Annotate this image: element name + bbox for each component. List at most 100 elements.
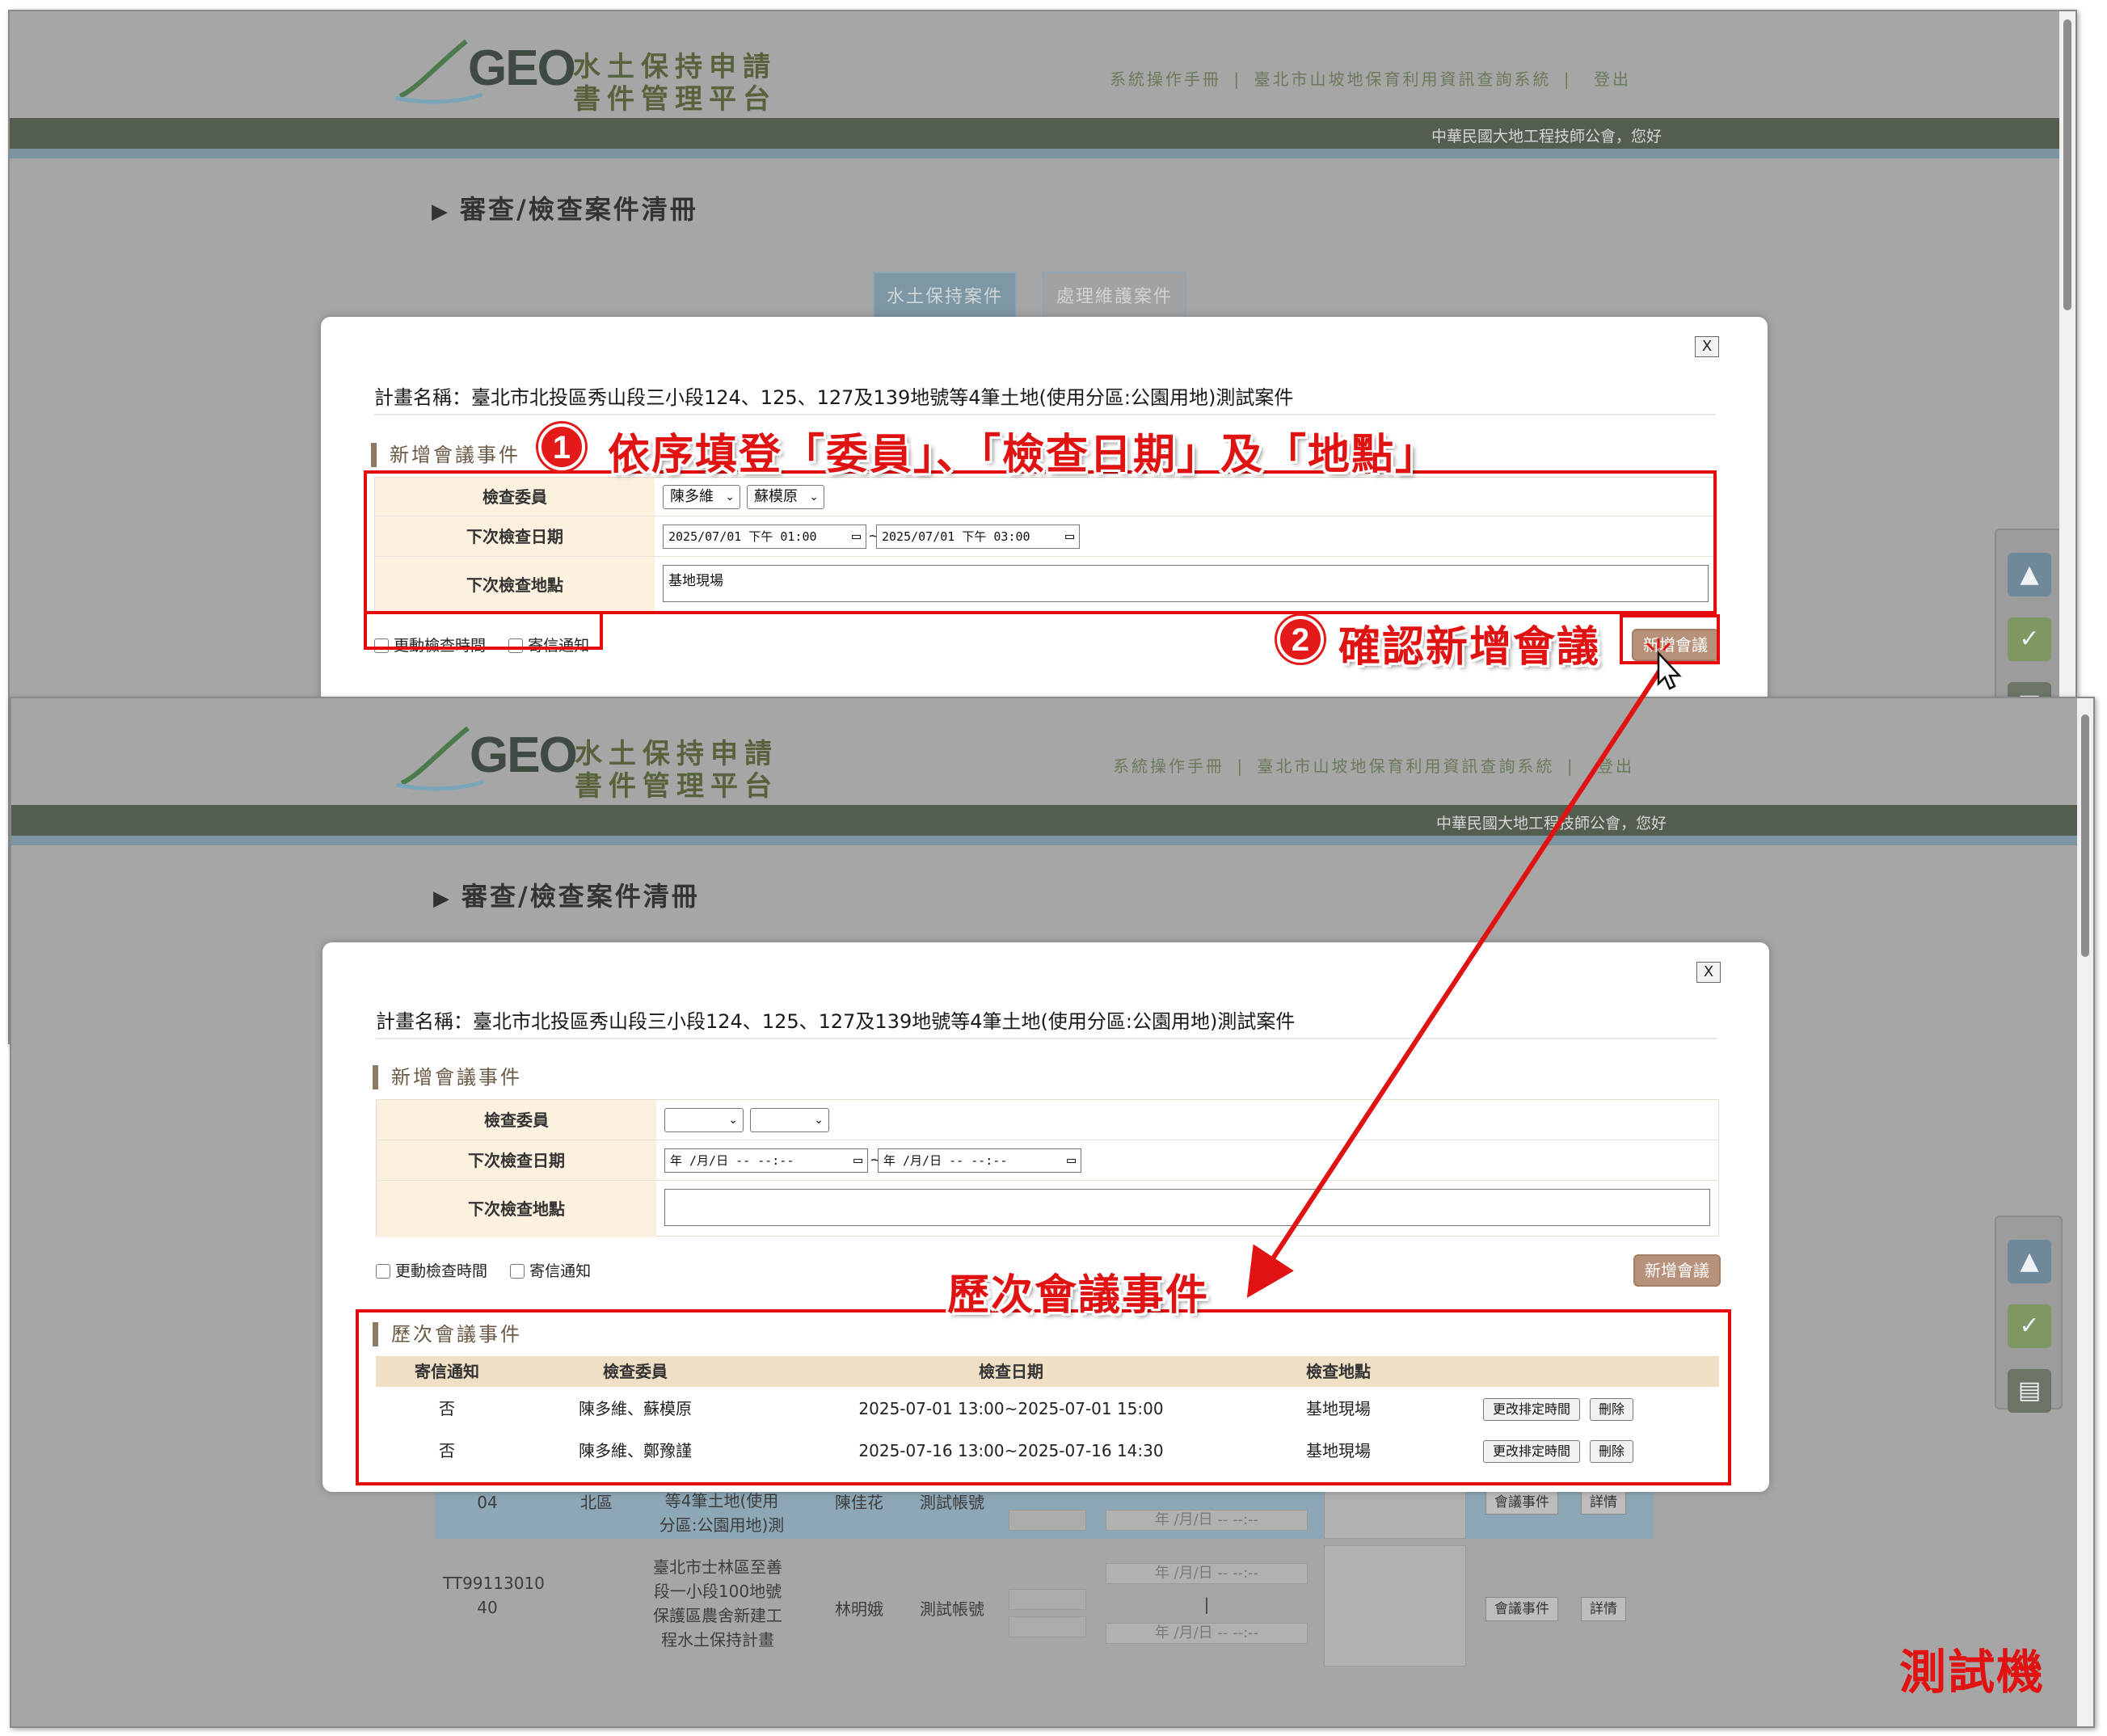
site-header: GEO 水土保持申請 書件管理平台 系統操作手冊 | 臺北市山坡地保育利用資訊查… — [11, 698, 2093, 805]
page-title: ▶ 審查/檢查案件清冊 — [432, 189, 698, 226]
detail-button[interactable]: 詳情 — [1581, 1490, 1626, 1515]
step1-checkbox-highlight — [364, 611, 603, 650]
new-meeting-form: 檢查委員 ⌄ ⌄ 下次檢查日期 年 /月/日 -- --:-- ▭ ~ 年 /月/… — [376, 1099, 1719, 1237]
logo-title-line2: 書件管理平台 — [575, 770, 778, 803]
new-meeting-section-title: 新增會議事件 — [371, 443, 520, 467]
link-separator: | — [1566, 756, 1575, 776]
add-meeting-button[interactable]: 新增會議 — [1633, 1254, 1721, 1287]
send-email-checkbox[interactable]: 寄信通知 — [510, 1262, 591, 1280]
site-logo[interactable]: GEO 水土保持申請 書件管理平台 — [394, 32, 798, 116]
divider — [376, 1038, 1717, 1039]
meeting-event-button[interactable]: 會議事件 — [1485, 1490, 1558, 1515]
inspector-select-2[interactable]: ⌄ — [750, 1108, 829, 1132]
cone-icon[interactable]: ▲ — [2008, 553, 2051, 596]
tab-maintenance[interactable]: 處理維護案件 — [1043, 272, 1186, 320]
step1-callout: 依序填登「委員」、「檢查日期」及「地點」 — [608, 431, 1439, 479]
case-person: 林明娥 — [835, 1599, 883, 1619]
top-links: 系統操作手冊 | 臺北市山坡地保育利用資訊查詢系統 | 登出 — [1110, 66, 1631, 90]
screenshot-after: GEO 水土保持申請 書件管理平台 系統操作手冊 | 臺北市山坡地保育利用資訊查… — [10, 697, 2095, 1728]
step1-badge: 1 — [538, 423, 585, 470]
step2-callout: 確認新增會議 — [1338, 623, 1601, 672]
date-input[interactable]: 年 /月/日 -- --:-- — [1106, 1510, 1308, 1531]
inspector-select-1[interactable]: ⌄ — [664, 1108, 744, 1132]
close-button[interactable]: X — [1695, 336, 1719, 357]
step2-highlight-box — [1620, 614, 1720, 664]
inspector-row: 檢查委員 ⌄ ⌄ — [377, 1100, 1718, 1140]
checkbox-icon — [376, 1264, 390, 1279]
play-icon: ▶ — [432, 200, 450, 224]
scroll-thumb[interactable] — [2063, 19, 2071, 310]
cone-icon[interactable]: ▲ — [2008, 1240, 2051, 1283]
link-separator: | — [1237, 756, 1245, 776]
page-title-text: 審查/檢查案件清冊 — [460, 194, 698, 225]
history-highlight-box — [356, 1309, 1731, 1485]
location-textarea[interactable] — [664, 1189, 1710, 1226]
page-title: ▶ 審查/檢查案件清冊 — [433, 876, 700, 913]
slope-query-link[interactable]: 臺北市山坡地保育利用資訊查詢系統 — [1254, 70, 1552, 89]
change-time-checkbox[interactable]: 更動檢查時間 — [376, 1262, 487, 1280]
checkbox-icon — [510, 1264, 525, 1279]
logo-title-line2: 書件管理平台 — [573, 83, 777, 116]
case-district: 北區 — [580, 1493, 613, 1512]
table-row: TT99113010 40 臺北市士林區至善段一小段100地號保護區農舍新建工程… — [435, 1539, 1654, 1684]
logout-link[interactable]: 登出 — [1597, 756, 1634, 776]
manual-link[interactable]: 系統操作手冊 — [1110, 70, 1221, 89]
calendar-icon[interactable]: ▭ — [1067, 1149, 1076, 1172]
document-check-icon[interactable]: ✓ — [2008, 617, 2051, 661]
inspector-select[interactable] — [1009, 1616, 1086, 1637]
case-id: 04 — [477, 1493, 498, 1512]
next-location-label: 下次檢查地點 — [377, 1181, 656, 1237]
page-title-text: 審查/檢查案件清冊 — [461, 881, 700, 912]
logout-link[interactable]: 登出 — [1594, 70, 1631, 89]
plan-name: 計畫名稱：臺北市北投區秀山段三小段124、125、127及139地號等4筆土地(… — [376, 1010, 1296, 1033]
plan-name: 計畫名稱：臺北市北投區秀山段三小段124、125、127及139地號等4筆土地(… — [374, 386, 1294, 409]
nav-bar — [10, 118, 2075, 149]
site-logo[interactable]: GEO 水土保持申請 書件管理平台 — [395, 718, 799, 803]
inspector-label: 檢查委員 — [377, 1100, 656, 1140]
scroll-thumb[interactable] — [2081, 714, 2089, 957]
logo-geo-text: GEO — [470, 727, 578, 783]
case-person: 陳佳花 — [835, 1493, 883, 1512]
slope-query-link[interactable]: 臺北市山坡地保育利用資訊查詢系統 — [1258, 756, 1555, 776]
logo-geo-text: GEO — [468, 40, 576, 96]
side-toolbar: ▲ ✓ ▤ — [1995, 529, 2063, 726]
link-separator: | — [1563, 70, 1572, 89]
manual-link[interactable]: 系統操作手冊 — [1113, 756, 1224, 776]
play-icon: ▶ — [433, 887, 452, 911]
send-email-label: 寄信通知 — [529, 1262, 592, 1280]
user-greeting: 中華民國大地工程技師公會，您好 — [1431, 128, 1662, 145]
top-links: 系統操作手冊 | 臺北市山坡地保育利用資訊查詢系統 | 登出 — [1113, 753, 1634, 777]
date-row: 下次檢查日期 年 /月/日 -- --:-- ▭ ~ 年 /月/日 -- --:-… — [377, 1140, 1718, 1181]
location-row: 下次檢查地點 — [377, 1181, 1718, 1237]
case-id: TT99113010 40 — [443, 1574, 545, 1617]
meeting-event-button[interactable]: 會議事件 — [1485, 1597, 1558, 1621]
chevron-down-icon: ⌄ — [814, 1114, 824, 1127]
new-meeting-section-title: 新增會議事件 — [373, 1065, 522, 1089]
scrollbar[interactable] — [2077, 698, 2093, 1726]
note-textarea[interactable] — [1324, 1545, 1466, 1666]
date-input[interactable]: 年 /月/日 -- --:-- — [1106, 1563, 1308, 1584]
link-separator: | — [1233, 70, 1242, 89]
change-time-label: 更動檢查時間 — [395, 1262, 488, 1280]
date-from-placeholder: 年 /月/日 -- --:-- — [670, 1153, 794, 1168]
case-name: 臺北市士林區至善段一小段100地號保護區農舍新建工程水土保持計畫 — [653, 1557, 782, 1650]
form-checkboxes: 更動檢查時間 寄信通知 — [376, 1259, 591, 1281]
date-from-input[interactable]: 年 /月/日 -- --:-- ▭ — [664, 1148, 868, 1173]
site-header: GEO 水土保持申請 書件管理平台 系統操作手冊 | 臺北市山坡地保育利用資訊查… — [10, 11, 2075, 118]
detail-button[interactable]: 詳情 — [1581, 1597, 1626, 1621]
tab-soil-conservation[interactable]: 水土保持案件 — [873, 272, 1017, 320]
calendar-icon[interactable]: ▤ — [2008, 1369, 2051, 1413]
inspector-select[interactable] — [1009, 1589, 1086, 1610]
user-greeting: 中華民國大地工程技師公會，您好 — [1435, 815, 1667, 832]
nav-bar-accent — [11, 836, 2093, 845]
date-input[interactable]: 年 /月/日 -- --:-- — [1106, 1623, 1308, 1644]
document-check-icon[interactable]: ✓ — [2008, 1304, 2051, 1348]
divider — [374, 414, 1716, 415]
case-account: 測試帳號 — [920, 1493, 984, 1512]
inspector-select[interactable] — [1009, 1510, 1086, 1531]
calendar-icon[interactable]: ▭ — [853, 1149, 862, 1172]
date-to-placeholder: 年 /月/日 -- --:-- — [883, 1153, 1008, 1168]
date-to-input[interactable]: 年 /月/日 -- --:-- ▭ — [878, 1148, 1081, 1173]
step2-badge: 2 — [1277, 616, 1324, 663]
close-button[interactable]: X — [1696, 962, 1721, 983]
